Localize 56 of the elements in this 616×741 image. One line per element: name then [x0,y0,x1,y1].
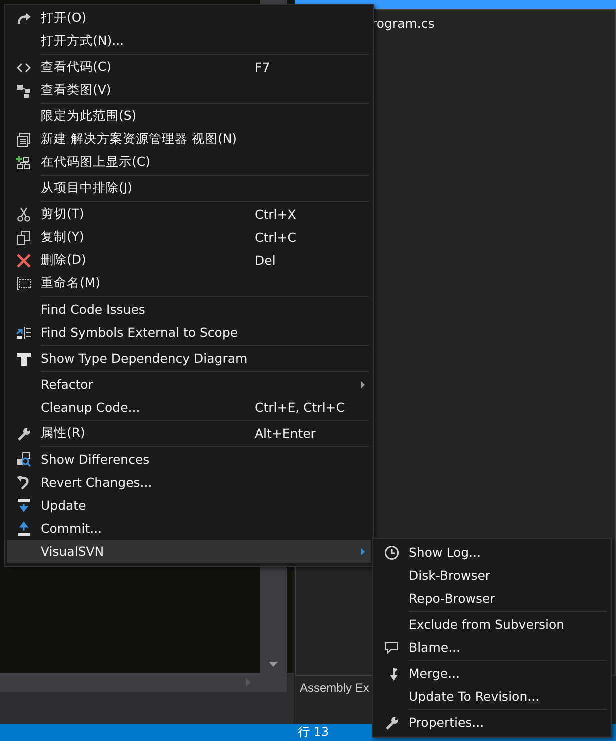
menu-item[interactable]: 属性(R) Alt+Enter [7,422,371,445]
code-map-icon [16,154,32,170]
menu-item[interactable]: Show Type Dependency Diagram [7,347,371,370]
menu-item[interactable]: 从项目中排除(J) [7,177,371,200]
menu-item[interactable]: 查看代码(C) F7 [7,56,371,79]
menu-item[interactable]: Merge... [375,662,609,685]
menu-item[interactable]: Update [7,494,371,517]
commit-up-arrow-icon [16,520,32,536]
menu-item[interactable]: Cleanup Code... Ctrl+E, Ctrl+C [7,396,371,419]
submenu-arrow-icon [361,380,365,388]
compare-magnifier-icon [16,452,32,468]
copy-icon [16,230,32,246]
menu-item[interactable]: Show Differences [7,448,371,471]
menu-item[interactable]: 新建 解决方案资源管理器 视图(N) [7,128,371,151]
menu-item[interactable]: 限定为此范围(S) [7,105,371,128]
delete-x-icon [16,252,32,268]
menu-item[interactable]: 剪切(T) Ctrl+X [7,203,371,226]
submenu-arrow-icon [361,548,365,556]
menu-item[interactable]: Blame... [375,636,609,659]
scroll-right-icon [246,678,251,687]
speech-bubble-icon [384,640,400,656]
find-symbols-icon [16,324,32,340]
update-down-arrow-icon [16,498,32,514]
menu-item[interactable]: Show Log... [375,541,609,564]
menu-item[interactable]: Disk-Browser [375,564,609,587]
scissors-icon [16,206,32,222]
menu-item[interactable]: VisualSVN [7,540,371,563]
menu-item[interactable]: Exclude from Subversion [375,613,609,636]
line-number: 行 13 [298,724,330,741]
menu-item[interactable]: Repo-Browser [375,587,609,610]
menu-item[interactable]: Revert Changes... [7,471,371,494]
redo-arrow-icon [16,10,32,26]
menu-item[interactable]: Find Code Issues [7,298,371,321]
menu-item[interactable]: 删除(D) Del [7,249,371,272]
menu-item[interactable]: 打开(O) [7,7,371,30]
menu-item[interactable]: 打开方式(N)... [7,30,371,53]
menu-item[interactable]: 在代码图上显示(C) [7,151,371,174]
scroll-down-icon [269,662,278,667]
wrench-icon [16,426,32,442]
menu-item[interactable]: 重命名(M) [7,272,371,295]
clock-icon [384,544,400,560]
menu-item[interactable]: 查看类图(V) [7,79,371,102]
type-t-icon [16,350,32,366]
class-diagram-icon [16,82,32,98]
menu-item[interactable]: Refactor [7,373,371,396]
menu-item[interactable]: Properties... [375,711,609,734]
rename-icon [16,276,32,292]
horizontal-scrollbar[interactable] [0,673,287,692]
panel-tab[interactable]: Assembly Ex [299,679,370,697]
menu-item[interactable]: Commit... [7,517,371,540]
undo-arrow-icon [16,474,32,490]
menu-item[interactable]: Find Symbols External to Scope [7,321,371,344]
new-window-icon [16,132,32,148]
wrench-icon [384,714,400,730]
menu-item[interactable]: Update To Revision... [375,685,609,708]
menu-item[interactable]: 复制(Y) Ctrl+C [7,226,371,249]
